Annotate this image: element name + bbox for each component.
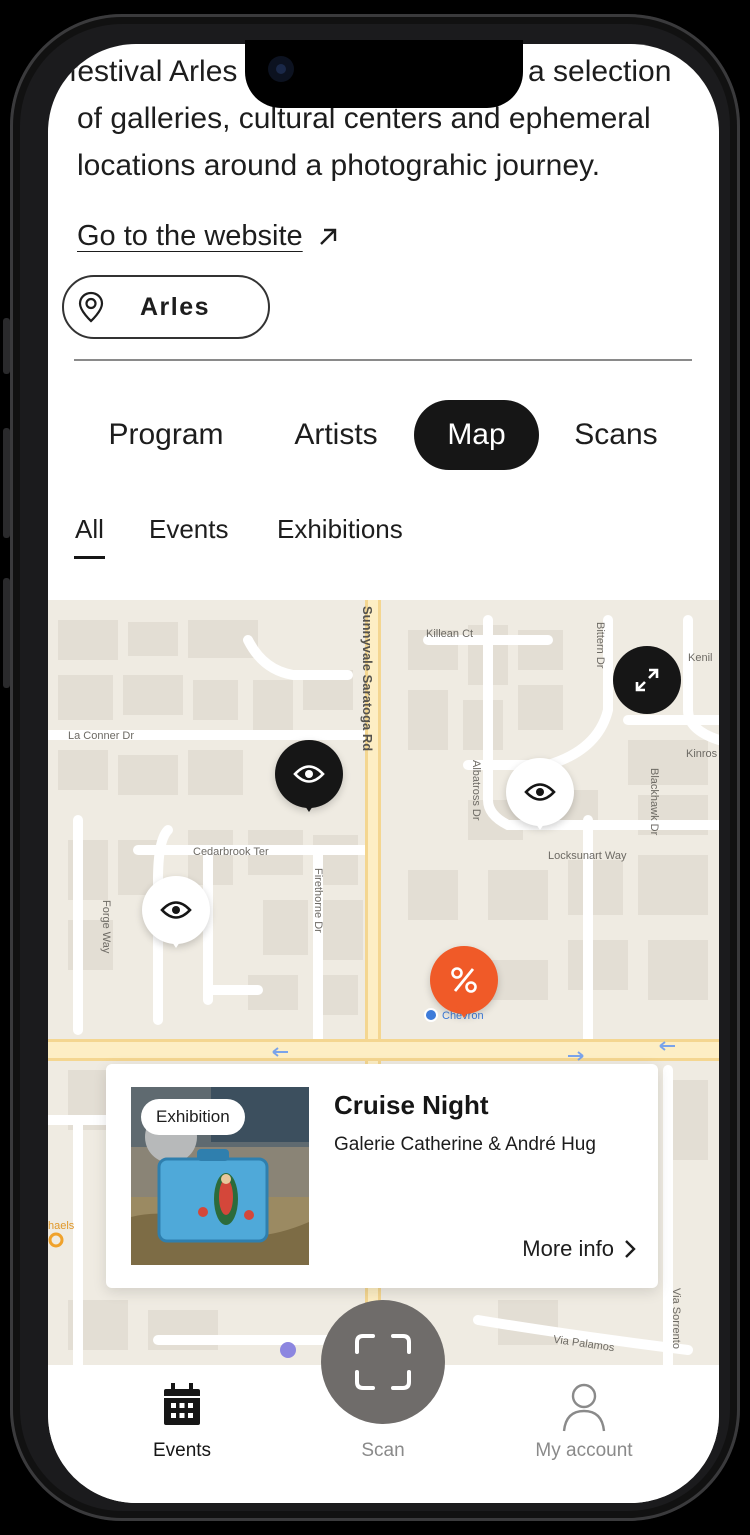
front-camera xyxy=(268,56,294,82)
street-label-sunnyvale: Sunnyvale Saratoga Rd xyxy=(360,606,375,752)
map-marker-event-2[interactable] xyxy=(506,758,574,838)
map-marker-event-1[interactable] xyxy=(275,740,343,820)
filter-tab-exhibitions[interactable]: Exhibitions xyxy=(277,514,403,545)
silent-switch xyxy=(3,318,10,374)
nav-events[interactable]: Events xyxy=(102,1365,262,1503)
street-label-forge: Forge Way xyxy=(100,900,112,954)
section-divider xyxy=(74,359,692,361)
street-label-kenil: Kenil xyxy=(688,652,713,664)
primary-tabs: Program Artists Map Scans xyxy=(48,400,719,470)
poi-label-michaels: haels xyxy=(48,1220,75,1232)
percent-icon xyxy=(451,967,477,993)
event-venue: Galerie Catherine & André Hug xyxy=(334,1134,596,1155)
filter-tabs: All Events Exhibitions xyxy=(48,514,719,564)
nav-my-account[interactable]: My account xyxy=(504,1365,664,1503)
scan-button[interactable] xyxy=(321,1300,445,1424)
map-marker-event-3[interactable] xyxy=(142,876,210,956)
nav-scan-label: Scan xyxy=(361,1440,405,1461)
more-info-link[interactable]: More info xyxy=(522,1236,636,1262)
street-label-kinross: Kinros xyxy=(686,748,718,760)
calendar-icon xyxy=(164,1383,200,1425)
go-to-website-link[interactable]: Go to the website xyxy=(77,220,339,253)
map-view[interactable]: Sunnyvale Saratoga Rd Killean Ct Bittern… xyxy=(48,600,719,1365)
app-screen: festival Arles a selection of galleries,… xyxy=(48,44,719,1503)
volume-up-button xyxy=(3,428,10,538)
expand-icon xyxy=(635,668,659,692)
street-label-albatross: Albatross Dr xyxy=(470,760,482,821)
tab-program[interactable]: Program xyxy=(88,400,244,470)
description-line-1-left: festival Arles xyxy=(69,55,238,88)
eye-icon xyxy=(160,901,192,919)
tab-scans[interactable]: Scans xyxy=(554,400,678,470)
user-icon xyxy=(562,1383,606,1432)
chevron-right-icon xyxy=(625,1240,636,1258)
eye-icon xyxy=(524,783,556,801)
nav-account-label: My account xyxy=(535,1440,633,1461)
street-label-killean: Killean Ct xyxy=(426,628,474,640)
street-label-bittern: Bittern Dr xyxy=(594,622,606,669)
more-info-label: More info xyxy=(522,1236,614,1261)
description-line-3: locations around a photograhic journey. xyxy=(77,149,601,182)
tab-artists[interactable]: Artists xyxy=(270,400,402,470)
street-label-la-conner: La Conner Dr xyxy=(68,730,135,742)
scan-frame-icon xyxy=(355,1334,411,1390)
event-title: Cruise Night xyxy=(334,1090,489,1120)
street-label-via-sorrento: Via Sorrento xyxy=(670,1288,682,1349)
tab-map[interactable]: Map xyxy=(414,400,539,470)
location-pin-icon xyxy=(78,291,104,323)
location-label: Arles xyxy=(140,292,211,321)
volume-down-button xyxy=(3,578,10,688)
street-label-locksunart: Locksunart Way xyxy=(548,850,627,862)
street-label-cedarbrook: Cedarbrook Ter xyxy=(193,846,269,858)
description-line-1-right: a selection xyxy=(528,55,672,88)
arrow-up-right-icon xyxy=(319,228,336,245)
location-chip[interactable]: Arles xyxy=(62,275,270,339)
website-link-label: Go to the website xyxy=(77,220,303,252)
filter-tab-all[interactable]: All xyxy=(74,514,105,559)
eye-icon xyxy=(293,765,325,783)
map-marker-discount[interactable] xyxy=(430,946,498,1026)
street-label-blackhawk: Blackhawk Dr xyxy=(648,768,660,836)
filter-tab-events[interactable]: Events xyxy=(149,514,229,545)
nav-events-label: Events xyxy=(152,1440,212,1461)
category-badge: Exhibition xyxy=(141,1099,245,1135)
event-card[interactable]: Exhibition Cruise Night Galerie Catherin… xyxy=(106,1064,658,1288)
street-label-firethorne: Firethorne Dr xyxy=(312,868,324,933)
expand-map-button[interactable] xyxy=(613,646,681,714)
